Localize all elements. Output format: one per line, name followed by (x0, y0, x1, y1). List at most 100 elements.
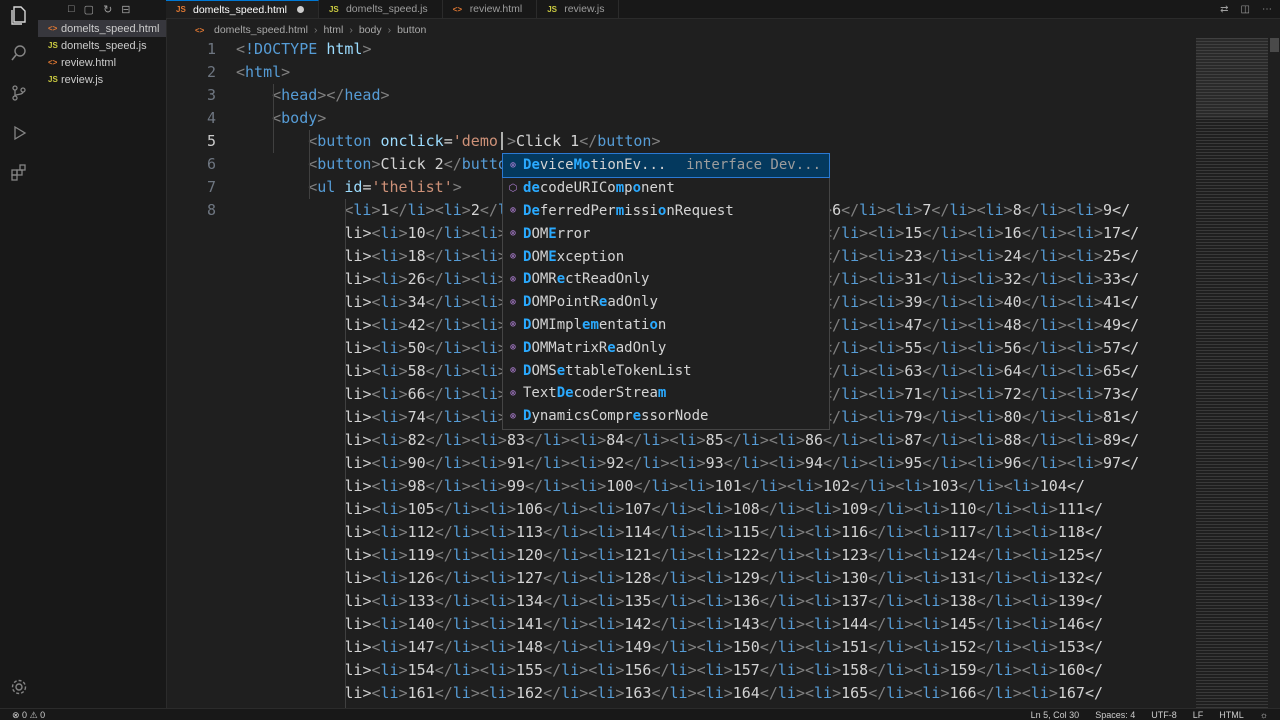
code-line[interactable]: li><li>119</li><li>120</li><li>121</li><… (166, 544, 1196, 567)
new-folder-icon[interactable]: ▢ (84, 3, 94, 16)
code-line[interactable]: li><li>133</li><li>134</li><li>135</li><… (166, 590, 1196, 613)
line-number: 8 (206, 201, 216, 219)
js-file-icon: JS (48, 41, 58, 50)
indent-guide (345, 199, 346, 708)
suggestion-item[interactable]: ⊚ DynamicsCompressorNode (503, 405, 829, 428)
minimap[interactable] (1196, 38, 1268, 708)
suggestion-label: DOMImplementation (523, 316, 667, 333)
notifications-bell-icon[interactable]: ☼ (1260, 710, 1268, 720)
error-count: 0 (22, 709, 28, 720)
suggestion-item[interactable]: ⊚ DOMError (503, 222, 829, 245)
suggestion-item[interactable]: ⊚ DOMImplementation (503, 314, 829, 337)
code-line[interactable]: li><li>82</li><li>83</li><li>84</li><li>… (166, 429, 1196, 452)
class-symbol-icon: ⊚ (509, 159, 517, 171)
code-line[interactable]: li><li>112</li><li>113</li><li>114</li><… (166, 521, 1196, 544)
tab-review-js[interactable]: JS review.js (537, 0, 620, 18)
end-of-line[interactable]: LF (1193, 710, 1204, 720)
language-mode[interactable]: HTML (1219, 710, 1244, 720)
suggestion-label: DynamicsCompressorNode (523, 408, 709, 425)
more-actions-icon[interactable]: ⋯ (1262, 4, 1272, 15)
breadcrumb-item[interactable]: button (397, 24, 426, 36)
refresh-icon[interactable]: ↻ (103, 3, 112, 16)
settings-gear-icon[interactable] (8, 676, 30, 698)
file-item[interactable]: <> review.html (38, 54, 166, 71)
code-text: li><li>119</li><li>120</li><li>121</li><… (236, 546, 1103, 564)
line-number: 7 (206, 178, 216, 196)
breadcrumb-item[interactable]: body (359, 24, 382, 36)
suggestion-item[interactable]: ⊚ DOMException (503, 245, 829, 268)
class-symbol-icon: ⊚ (509, 410, 517, 422)
code-line[interactable]: 2 <html> (166, 61, 1196, 84)
indentation[interactable]: Spaces: 4 (1095, 710, 1135, 720)
suggestion-item[interactable]: ⊚ DeviceMotionEv... interface Dev... (502, 153, 830, 178)
new-file-icon[interactable]: □ (68, 3, 75, 15)
code-line[interactable]: li><li>90</li><li>91</li><li>92</li><li>… (166, 452, 1196, 475)
code-line[interactable]: 3 <head></head> (166, 84, 1196, 107)
search-icon[interactable] (8, 42, 30, 64)
code-text: <button onclick='demo'>Click 1</button> (308, 132, 661, 150)
code-line[interactable]: li><li>126</li><li>127</li><li>128</li><… (166, 567, 1196, 590)
run-debug-icon[interactable] (8, 122, 30, 144)
file-label: domelts_speed.js (61, 39, 147, 52)
code-line[interactable]: li><li>147</li><li>148</li><li>149</li><… (166, 636, 1196, 659)
extensions-icon[interactable] (8, 162, 30, 184)
suggestion-item[interactable]: ⊚ DOMPointReadOnly (503, 291, 829, 314)
code-line[interactable]: li><li>154</li><li>155</li><li>156</li><… (166, 659, 1196, 682)
code-text: li><li>82</li><li>83</li><li>84</li><li>… (236, 431, 1140, 449)
collapse-all-icon[interactable]: ⊟ (121, 3, 130, 16)
breadcrumb-item[interactable]: html (323, 24, 343, 36)
class-symbol-icon: ⊚ (509, 296, 517, 308)
source-control-icon[interactable] (8, 82, 30, 104)
js-file-icon: JS (48, 75, 58, 84)
suggestion-label: DOMException (523, 248, 625, 265)
code-text: li><li>147</li><li>148</li><li>149</li><… (236, 638, 1103, 656)
cursor-position[interactable]: Ln 5, Col 30 (1031, 710, 1080, 720)
breadcrumb-file[interactable]: domelts_speed.html (214, 24, 308, 36)
file-list: <> domelts_speed.html JS domelts_speed.js … (38, 20, 166, 88)
code-line[interactable]: li><li>98</li><li>99</li><li>100</li><li… (166, 475, 1196, 498)
tab-domelts-speed-js[interactable]: JS domelts_speed.js (319, 0, 443, 18)
chevron-right-icon: › (313, 24, 318, 36)
code-line[interactable]: li><li>140</li><li>141</li><li>142</li><… (166, 613, 1196, 636)
unsaved-dot-icon[interactable] (296, 6, 304, 13)
file-item[interactable]: JS domelts_speed.js (38, 37, 166, 54)
minimap-viewport[interactable] (1196, 38, 1268, 118)
suggestion-item[interactable]: ⬡ decodeURIComponent (503, 177, 829, 200)
split-editor-icon[interactable]: ◫ (1241, 4, 1250, 15)
suggestion-item[interactable]: ⊚ DOMMatrixReadOnly (503, 336, 829, 359)
encoding[interactable]: UTF-8 (1151, 710, 1177, 720)
compare-icon[interactable]: ⇄ (1220, 4, 1228, 15)
explorer-icon[interactable] (8, 4, 30, 26)
suggestion-item[interactable]: ⊚ DOMSettableTokenList (503, 359, 829, 382)
code-line[interactable]: li><li>105</li><li>106</li><li>107</li><… (166, 498, 1196, 521)
vertical-scrollbar[interactable] (1268, 38, 1280, 708)
js-file-icon: JS (547, 4, 557, 14)
class-symbol-icon: ⊚ (509, 273, 517, 285)
code-line[interactable]: 1 <!DOCTYPE html> (166, 38, 1196, 61)
code-text: li><li>105</li><li>106</li><li>107</li><… (236, 500, 1103, 518)
suggestion-item[interactable]: ⊚ DOMRectReadOnly (503, 268, 829, 291)
code-line[interactable]: 4 <body> (166, 107, 1196, 130)
suggestion-label: DOMMatrixReadOnly (523, 339, 667, 356)
function-symbol-icon: ⬡ (508, 182, 518, 194)
class-symbol-icon: ⊚ (509, 228, 517, 240)
indent-guide (273, 84, 274, 153)
code-line[interactable]: 5 <button onclick='demo'>Click 1</button… (166, 130, 1196, 153)
text-cursor (501, 132, 503, 150)
code-text: <html> (236, 63, 291, 81)
code-line[interactable]: li><li>161</li><li>162</li><li>163</li><… (166, 682, 1196, 705)
scrollbar-thumb[interactable] (1270, 38, 1279, 52)
problems-indicator[interactable]: ⊗ 0 ⚠ 0 (12, 710, 45, 720)
suggestion-item[interactable]: ⊚ DeferredPermissionRequest (503, 200, 829, 223)
html-file-icon: <> (48, 58, 58, 67)
suggestion-item[interactable]: ⊚ TextDecoderStream (503, 382, 829, 405)
file-item[interactable]: JS review.js (38, 71, 166, 88)
line-number: 3 (206, 86, 216, 104)
tab-domelts-speed-html[interactable]: JS domelts_speed.html (166, 0, 319, 18)
status-bar: ⊗ 0 ⚠ 0 Ln 5, Col 30 Spaces: 4 UTF-8 LF … (0, 708, 1280, 720)
tab-review-html[interactable]: <> review.html (443, 0, 538, 18)
file-item[interactable]: <> domelts_speed.html (38, 20, 166, 37)
class-symbol-icon: ⊚ (509, 251, 517, 263)
line-number: 4 (206, 109, 216, 127)
code-text: li><li>112</li><li>113</li><li>114</li><… (236, 523, 1103, 541)
